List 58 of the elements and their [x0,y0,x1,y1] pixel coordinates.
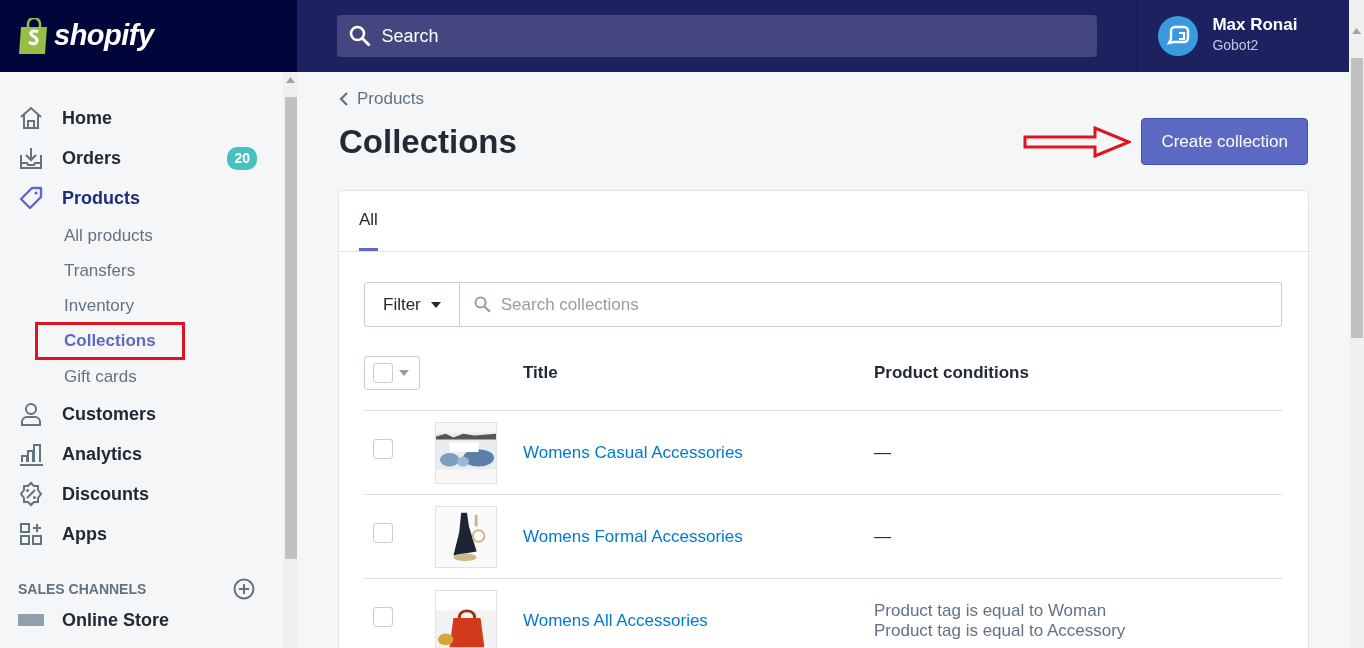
search-icon [473,296,491,314]
nav-subitem[interactable]: All products [64,218,153,253]
condition-text: Product tag is equal to Accessory [874,620,1127,641]
nav-subitem[interactable]: Inventory [64,288,134,323]
row-checkbox[interactable] [373,523,393,544]
nav-subitem[interactable]: Gift cards [64,359,137,394]
row-checkbox[interactable] [373,439,393,460]
nav-item[interactable]: Home [18,98,283,138]
create-collection-button[interactable]: Create collection [1141,117,1308,166]
avatar[interactable] [1158,16,1199,56]
tab[interactable]: All [359,191,378,252]
store-name: Gobot2 [1212,35,1260,55]
nav-item[interactable]: Orders 20 [18,138,283,178]
inbox-icon [18,145,44,171]
row-checkbox[interactable] [373,607,393,628]
scroll-up-arrow-icon[interactable] [286,77,295,83]
nav-item[interactable]: Online Store [18,604,283,636]
condition-text: Product tag is equal to Woman [874,600,1108,621]
page-title: Collections [339,121,517,162]
column-header: Product conditions [874,363,1029,382]
search-field[interactable]: Search collections [459,282,1282,328]
discount-badge-icon [18,481,44,507]
nav-item[interactable]: Apps [18,514,283,554]
nav-item[interactable]: Discounts [18,474,283,514]
caret-icon [399,369,409,376]
collection-link[interactable]: Womens All Accessories [523,611,708,630]
nav-subitem[interactable]: Collections [38,325,182,357]
scrollbar-thumb[interactable] [284,97,297,559]
tag-icon [18,185,44,211]
shopping-bag-icon [18,18,50,54]
collection-link[interactable]: Womens Formal Accessories [523,527,743,546]
select-all-checkbox[interactable] [364,355,420,390]
nav-item[interactable]: Products [18,178,283,218]
logo-wordmark: shopify [54,18,154,54]
caret-icon [430,301,441,308]
condition-text: — [874,442,892,463]
filter-button[interactable]: Filter [364,282,460,328]
nav-item[interactable]: Analytics [18,434,283,474]
user-name: Max Ronai [1212,16,1298,35]
section-heading: SALES CHANNELS [18,579,147,599]
scrollbar-thumb[interactable] [1350,58,1363,338]
add-icon[interactable] [233,578,255,600]
count-badge: 20 [227,146,257,170]
search-field[interactable]: Search [337,15,1098,57]
store-icon [18,614,44,626]
collection-link[interactable]: Womens Casual Accessories [523,443,743,462]
home-icon [18,105,44,131]
nav-item[interactable]: Customers [18,394,283,434]
column-header: Title [523,363,558,382]
person-icon [18,401,44,427]
breadcrumb-link[interactable]: Products [339,86,425,112]
nav-subitem[interactable]: Transfers [64,253,136,288]
condition-text: — [874,526,892,547]
apps-grid-icon [18,521,44,547]
search-icon [349,25,372,47]
scroll-up-arrow-icon[interactable] [1352,28,1361,34]
bar-chart-icon [18,441,44,467]
chevron-left-icon [339,90,349,107]
